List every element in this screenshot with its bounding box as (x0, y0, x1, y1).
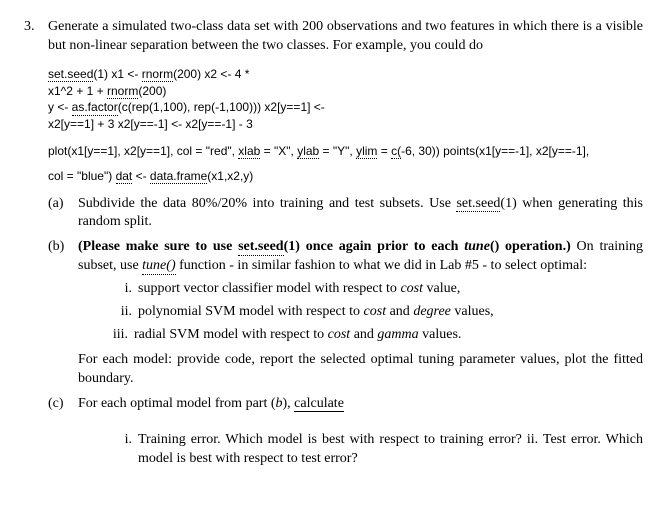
text: values, (451, 304, 494, 319)
part-body: Subdivide the data 80%/20% into training… (78, 195, 643, 233)
code-text: (x1,x2,y) (207, 169, 253, 183)
roman-body: radial SVM model with respect to cost an… (134, 326, 643, 345)
code-block-2: plot(x1[y==1], x2[y==1], col = "red", xl… (48, 143, 643, 185)
part-label: (c) (48, 395, 78, 470)
roman-body: Training error. Which model is best with… (138, 431, 643, 469)
sub-c-i: i. Training error. Which model is best w… (106, 431, 643, 469)
part-b: (b) (Please make sure to use set.seed(1)… (48, 238, 643, 388)
part-c: (c) For each optimal model from part (b)… (48, 395, 643, 470)
text: and (386, 304, 413, 319)
roman-body: support vector classifier model with res… (138, 280, 643, 299)
code-text: rnorm (142, 68, 173, 82)
text: value, (423, 281, 460, 296)
code-text: data.frame (150, 170, 207, 184)
code-text: -6, 30)) points(x1[y==-1], x2[y==-1], (401, 144, 589, 158)
code-text: x1^2 + 1 + (48, 84, 107, 98)
roman-label: ii. (106, 303, 138, 322)
sub-i: i. support vector classifier model with … (106, 280, 643, 299)
text: () operation.) (490, 239, 571, 254)
code-text: col = "blue") (48, 169, 116, 183)
question-row: 3. Generate a simulated two-class data s… (24, 18, 643, 56)
code-text: dat (116, 170, 133, 184)
text: ), (283, 396, 295, 411)
roman-label: i. (106, 431, 138, 469)
code-text: rnorm (107, 85, 138, 99)
text: Subdivide the data 80%/20% into training… (78, 196, 456, 211)
text: cost (328, 327, 351, 342)
roman-label: iii. (106, 326, 134, 345)
code-text: set.seed (48, 68, 93, 82)
code-text: (200) (138, 84, 166, 98)
text: values. (419, 327, 462, 342)
text: cost (400, 281, 423, 296)
part-body: For each optimal model from part (b), ca… (78, 395, 643, 470)
code-text: <- (132, 169, 150, 183)
part-body: (Please make sure to use set.seed(1) onc… (78, 238, 643, 388)
text: set.seed (238, 239, 284, 255)
roman-body: polynomial SVM model with respect to cos… (138, 303, 643, 322)
text: function - in similar fashion to what we… (176, 258, 587, 273)
part-a: (a) Subdivide the data 80%/20% into trai… (48, 195, 643, 233)
text: support vector classifier model with res… (138, 281, 400, 296)
code-text: (1) x1 <- (93, 67, 141, 81)
code-text: (c(rep(1,100), rep(-1,100))) x2[y==1] <- (118, 100, 325, 114)
code-text: plot(x1[y==1], x2[y==1], col = "red", (48, 144, 238, 158)
code-text: = "X", (260, 144, 297, 158)
text: radial SVM model with respect to (134, 327, 328, 342)
sub-iii: iii. radial SVM model with respect to co… (106, 326, 643, 345)
question-number: 3. (24, 18, 48, 56)
text: (1) once again prior to each (284, 239, 465, 254)
text: For each optimal model from part ( (78, 396, 276, 411)
text: (Please make sure to use (78, 239, 238, 254)
roman-label: i. (106, 280, 138, 299)
question-text: Generate a simulated two-class data set … (48, 18, 643, 56)
code-block-1: set.seed(1) x1 <- rnorm(200) x2 <- 4 * x… (48, 66, 643, 133)
code-text: c( (391, 145, 401, 159)
code-text: ylab (297, 145, 319, 159)
text: tune (464, 239, 490, 254)
text: tune() (142, 258, 175, 274)
sub-ii: ii. polynomial SVM model with respect to… (106, 303, 643, 322)
code-text: = "Y", (319, 144, 356, 158)
text: set.seed (456, 196, 500, 212)
text: cost (364, 304, 387, 319)
code-text: xlab (238, 145, 260, 159)
code-text: x2[y==1] + 3 x2[y==-1] <- x2[y==-1] - 3 (48, 116, 643, 133)
part-label: (a) (48, 195, 78, 233)
text: degree (413, 304, 451, 319)
code-text: ylim (356, 145, 377, 159)
code-text: y <- (48, 100, 72, 114)
text: polynomial SVM model with respect to (138, 304, 364, 319)
part-b-tail: For each model: provide code, report the… (78, 351, 643, 389)
part-label: (b) (48, 238, 78, 388)
text: gamma (377, 327, 418, 342)
text: and (350, 327, 377, 342)
text: b (276, 396, 283, 411)
code-text: = (377, 144, 391, 158)
text: calculate (294, 396, 344, 412)
code-text: as.factor (72, 101, 118, 115)
code-text: (200) x2 <- 4 * (173, 67, 249, 81)
